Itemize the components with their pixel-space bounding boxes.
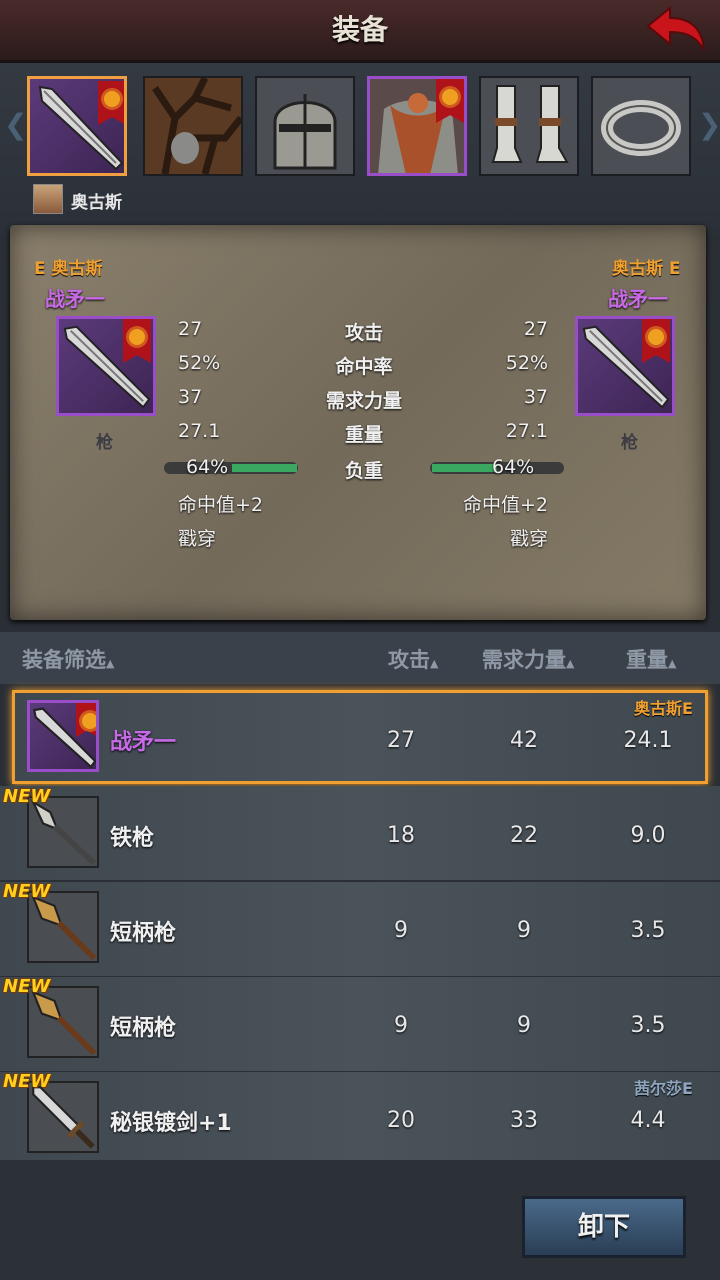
trait-right: 命中值+2 — [462, 494, 548, 516]
stat-left: 52% — [178, 352, 221, 374]
sort-triangle-icon: ▲ — [430, 657, 439, 670]
sort-triangle-icon: ▲ — [668, 657, 677, 670]
stat-right: 27 — [523, 318, 548, 340]
row-strength: 42 — [510, 728, 538, 753]
row-item-name: 秘银镀剑+1 — [110, 1111, 232, 1136]
weight-header[interactable]: 重量▲ — [626, 644, 676, 674]
avatar — [33, 184, 63, 214]
weight-header-label: 重量 — [626, 648, 668, 672]
left-item-icon — [56, 316, 156, 416]
filter-header[interactable]: 装备筛选▲ — [22, 644, 114, 674]
unequip-button[interactable]: 卸下 — [522, 1196, 686, 1258]
left-owner-label: E 奥古斯 — [34, 259, 103, 279]
page-title: 装备 — [331, 13, 388, 46]
row-attack: 27 — [387, 728, 415, 753]
stat-label: 攻击 — [344, 322, 383, 344]
stat-right: 27.1 — [505, 420, 548, 442]
load-right-value: 64% — [492, 456, 535, 478]
slot-body-armor[interactable] — [367, 76, 467, 176]
row-item-name: 战矛一 — [110, 730, 177, 755]
ring-icon — [601, 100, 681, 156]
stat-right: 52% — [505, 352, 548, 374]
row-attack: 9 — [394, 918, 408, 943]
load-label: 负重 — [344, 460, 383, 482]
attack-header-label: 攻击 — [388, 648, 430, 672]
slot-legs[interactable] — [479, 76, 579, 176]
helmet-icon — [273, 94, 337, 170]
row-strength: 9 — [517, 1013, 531, 1038]
row-weight: 24.1 — [623, 728, 673, 753]
stat-label: 需求力量 — [325, 390, 402, 412]
strength-header-label: 需求力量 — [482, 648, 566, 672]
load-bar-fill — [432, 464, 497, 472]
right-item-name: 战矛一 — [608, 287, 668, 311]
new-badge: NEW — [3, 1071, 51, 1092]
row-weight: 3.5 — [630, 1013, 666, 1038]
stat-right: 37 — [523, 386, 548, 408]
strength-header[interactable]: 需求力量▲ — [482, 644, 574, 674]
slot-weapon[interactable] — [27, 76, 127, 176]
stat-left: 27 — [178, 318, 203, 340]
slot-helmet[interactable] — [255, 76, 355, 176]
right-item-type: 枪 — [621, 433, 638, 453]
row-item-name: 短柄枪 — [110, 1016, 177, 1041]
row-weight: 3.5 — [630, 918, 666, 943]
short-spear-icon — [31, 895, 97, 961]
trait-left: 命中值+2 — [178, 494, 264, 516]
stat-label: 命中率 — [335, 356, 393, 378]
row-owner: 茜尔莎E — [634, 1079, 693, 1098]
row-strength: 9 — [517, 918, 531, 943]
row-strength: 22 — [510, 823, 538, 848]
row-attack: 18 — [387, 823, 415, 848]
row-weight: 4.4 — [630, 1108, 666, 1133]
sort-triangle-icon: ▲ — [566, 657, 575, 670]
row-owner: 奥古斯E — [634, 699, 693, 718]
slot-armor-alt[interactable] — [143, 76, 243, 176]
right-owner-label: 奥古斯 E — [612, 259, 681, 279]
chevron-left-icon[interactable]: ❮ — [4, 108, 27, 141]
attack-header[interactable]: 攻击▲ — [388, 644, 438, 674]
row-strength: 33 — [510, 1108, 538, 1133]
row-attack: 20 — [387, 1108, 415, 1133]
back-arrow-icon[interactable] — [640, 4, 710, 56]
row-item-name: 铁枪 — [110, 826, 155, 851]
stat-left: 37 — [178, 386, 203, 408]
load-left-value: 64% — [186, 456, 229, 478]
trait-left: 戳穿 — [178, 528, 217, 550]
new-badge: NEW — [3, 786, 51, 807]
iron-spear-icon — [30, 799, 97, 866]
new-badge: NEW — [3, 976, 51, 997]
row-attack: 9 — [394, 1013, 408, 1038]
stat-left: 27.1 — [178, 420, 221, 442]
left-item-name: 战矛一 — [45, 287, 105, 311]
row-item-name: 短柄枪 — [110, 921, 177, 946]
sword-icon — [32, 1086, 95, 1149]
greaves-icon — [491, 85, 569, 163]
stat-label: 重量 — [344, 424, 383, 446]
sort-triangle-icon: ▲ — [106, 657, 115, 670]
new-badge: NEW — [3, 881, 51, 902]
slot-accessory[interactable] — [591, 76, 691, 176]
filter-header-label: 装备筛选 — [22, 648, 106, 672]
row-weight: 9.0 — [630, 823, 666, 848]
short-spear-icon — [31, 990, 97, 1056]
right-item-icon — [575, 316, 675, 416]
load-bar-left — [164, 462, 298, 474]
chevron-right-icon[interactable]: ❯ — [698, 108, 720, 141]
left-item-type: 枪 — [96, 433, 113, 453]
trait-right: 戳穿 — [509, 528, 548, 550]
character-name: 奥古斯 — [71, 193, 122, 213]
row-item-icon — [27, 700, 99, 772]
tree-bark-armor-icon — [152, 78, 241, 174]
